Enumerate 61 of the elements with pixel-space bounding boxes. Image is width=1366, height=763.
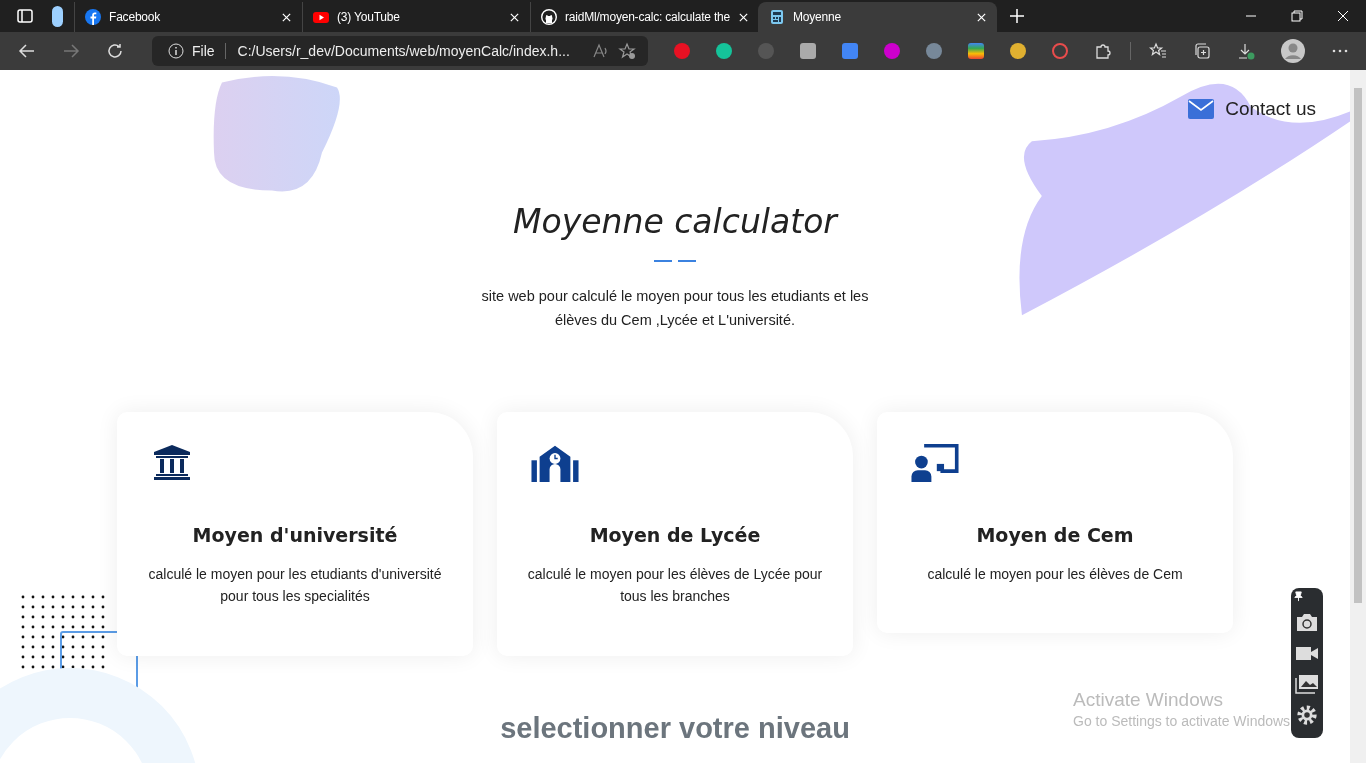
play-logo-icon [313, 9, 329, 25]
facebook-logo-icon [85, 9, 101, 25]
description-text: site web pour calculé le moyen pour tous les etudiants et les élèves du Cem ,Lycée et L'université. [480, 287, 870, 330]
contact-link[interactable]: Contact us [1188, 98, 1316, 120]
teacher-board-icon [909, 444, 961, 482]
close-tab-icon[interactable] [509, 11, 520, 23]
school-building-icon [529, 444, 581, 482]
profile-avatar-icon[interactable] [1281, 39, 1305, 63]
url-text: C:/Users/r_dev/Documents/web/moyenCalc/index.h... [237, 43, 571, 59]
back-icon[interactable] [18, 42, 36, 60]
title-underline [678, 260, 696, 262]
pin-icon[interactable] [1293, 591, 1304, 602]
extension-icon[interactable] [926, 43, 942, 59]
octocat-logo-icon [541, 9, 557, 25]
alarm-clock-icon[interactable] [1052, 43, 1068, 59]
camera-icon[interactable] [1295, 611, 1319, 633]
favorites-icon[interactable] [1149, 42, 1167, 60]
activation-title: Activate Windows [1073, 689, 1224, 711]
downloads-icon[interactable] [1237, 42, 1255, 60]
page-title: Moyenne calculator [513, 202, 837, 242]
forward-icon[interactable] [62, 42, 80, 60]
refresh-icon[interactable] [106, 42, 124, 60]
browser-tab[interactable]: Moyenne [758, 2, 997, 32]
envelope-icon [1188, 99, 1215, 119]
tab-title: raidMl/moyen-calc: calculate the [565, 10, 730, 24]
tab-title: (3) YouTube [337, 10, 401, 24]
extension-icon[interactable] [716, 43, 732, 59]
address-label: File [192, 43, 226, 59]
address-bar[interactable]: File C:/Users/r_dev/Documents/web/moyenCalc/index.h... [152, 36, 648, 66]
read-aloud-icon[interactable] [592, 42, 610, 60]
section-heading: selectionner votre niveau [500, 712, 850, 745]
calculator-icon [769, 9, 785, 25]
close-tab-icon[interactable] [738, 11, 749, 23]
workspace-icon[interactable] [52, 5, 63, 27]
star-add-icon[interactable] [618, 42, 636, 60]
extension-icon[interactable] [968, 43, 984, 59]
tab-title: Moyenne [793, 10, 842, 24]
card-title: Moyen d'université [192, 524, 398, 546]
info-icon[interactable] [168, 43, 184, 59]
restore-icon[interactable] [1290, 9, 1304, 23]
card-text: calculé le moyen pour les élèves de Lycée pour tous les branches [526, 565, 824, 606]
card-text: calculé le moyen pour les élèves de Cem [927, 565, 1183, 584]
bank-building-icon [152, 444, 192, 482]
close-tab-icon[interactable] [281, 11, 292, 23]
puzzle-icon[interactable] [1094, 42, 1112, 60]
collections-icon[interactable] [1193, 42, 1211, 60]
settings-icon[interactable] [1295, 704, 1319, 726]
card-title: Moyen de Lycée [589, 524, 761, 546]
extension-icon[interactable] [674, 43, 690, 59]
close-tab-icon[interactable] [976, 11, 987, 23]
card-title: Moyen de Cem [976, 524, 1134, 546]
gallery-icon[interactable] [1295, 673, 1319, 695]
new-tab-icon[interactable] [1009, 8, 1025, 24]
card-text: calculé le moyen pour les etudiants d'université pour tous les specialités [147, 565, 443, 606]
extension-icon[interactable] [1010, 43, 1026, 59]
title-underline [654, 260, 672, 262]
close-icon[interactable] [1336, 9, 1350, 23]
scrollbar[interactable] [1350, 70, 1366, 763]
tab-title: Facebook [109, 10, 162, 24]
tab-actions-icon[interactable] [16, 7, 34, 25]
scrollbar-thumb[interactable] [1354, 88, 1362, 603]
